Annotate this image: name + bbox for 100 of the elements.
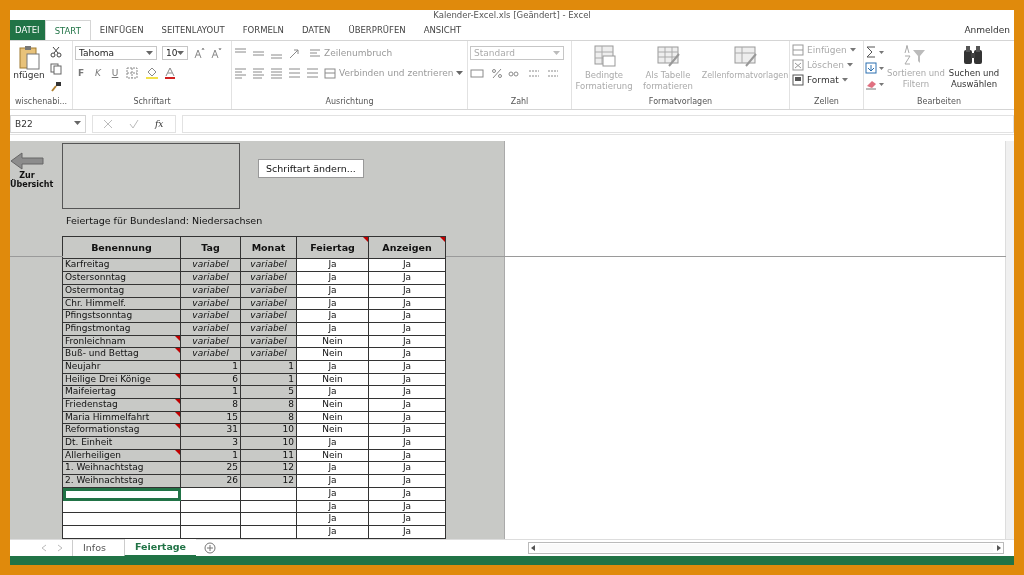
table-cell[interactable]: variabel — [241, 348, 297, 361]
table-cell[interactable]: Ja — [297, 272, 369, 285]
dropdown-arrow-icon[interactable] — [146, 50, 153, 56]
table-cell[interactable]: Ja — [297, 310, 369, 323]
arrow-icon[interactable] — [10, 151, 44, 172]
table-cell[interactable]: Ja — [369, 399, 446, 412]
table-cell[interactable]: Maifeiertag — [63, 386, 181, 400]
dropdown-arrow-icon[interactable] — [841, 78, 848, 82]
table-cell[interactable]: 2. Weihnachtstag — [63, 475, 181, 488]
table-cell[interactable]: Nein — [297, 348, 369, 361]
font-change-button[interactable]: Schriftart ändern... — [258, 159, 364, 179]
table-cell[interactable]: 31 — [181, 424, 241, 438]
table-cell[interactable]: variabel — [181, 310, 241, 323]
table-cell[interactable]: variabel — [181, 259, 241, 273]
table-cell[interactable]: 10 — [241, 437, 297, 450]
bold-button[interactable]: F — [75, 68, 87, 78]
previous-sheet-icon[interactable] — [40, 544, 48, 553]
table-cell[interactable]: 1 — [181, 386, 241, 400]
scroll-left-icon[interactable] — [529, 544, 538, 553]
table-cell[interactable]: Ja — [369, 386, 446, 400]
next-sheet-icon[interactable] — [56, 544, 64, 553]
table-cell[interactable]: Ja — [369, 437, 446, 450]
table-cell[interactable]: Ja — [297, 513, 369, 526]
align-right-icon[interactable] — [270, 67, 283, 79]
paste-button[interactable]: nfügen — [12, 44, 46, 92]
horizontal-scrollbar[interactable] — [528, 542, 1005, 555]
table-cell[interactable]: 12 — [241, 475, 297, 488]
add-sheet-icon[interactable] — [204, 542, 217, 555]
ribbon-tab[interactable]: DATEN — [292, 20, 340, 40]
ribbon-tab[interactable]: SEITENLAYOUT — [152, 20, 234, 40]
table-cell[interactable] — [241, 513, 297, 526]
formula-input[interactable] — [182, 114, 1014, 133]
percent-icon[interactable] — [491, 67, 503, 79]
copy-icon[interactable] — [50, 63, 62, 75]
table-cell[interactable]: 5 — [241, 386, 297, 400]
table-cell[interactable]: variabel — [181, 348, 241, 361]
scissors-icon[interactable] — [50, 46, 62, 58]
table-cell[interactable]: Ostersonntag — [63, 272, 181, 285]
table-cell[interactable]: 1. Weihnachtstag — [63, 462, 181, 476]
table-cell[interactable]: 8 — [181, 399, 241, 412]
font-size-field[interactable]: 10 — [162, 46, 188, 60]
table-cell[interactable]: 3 — [181, 437, 241, 450]
grow-font-icon[interactable] — [193, 47, 205, 59]
ribbon-button[interactable]: Suchen und Auswählen — [947, 44, 1001, 97]
table-cell[interactable]: Ja — [369, 424, 446, 438]
ribbon-tab[interactable]: ANSICHT — [414, 20, 471, 40]
sheet-tab[interactable]: Feiertage — [123, 539, 197, 558]
table-cell[interactable]: Ja — [369, 310, 446, 323]
enter-icon[interactable] — [129, 118, 139, 129]
increase-decimal-icon[interactable] — [527, 67, 541, 79]
table-cell[interactable]: Buß- und Bettag — [63, 348, 181, 361]
cancel-icon[interactable] — [103, 118, 113, 129]
table-cell[interactable]: variabel — [181, 272, 241, 285]
table-cell[interactable]: variabel — [241, 259, 297, 273]
table-cell[interactable]: variabel — [241, 310, 297, 323]
table-cell[interactable]: 10 — [241, 424, 297, 438]
table-cell[interactable] — [63, 513, 181, 526]
ribbon-tab[interactable]: EINFÜGEN — [90, 20, 153, 40]
italic-button[interactable]: K — [92, 68, 104, 78]
table-cell[interactable]: Friedenstag — [63, 399, 181, 412]
underline-button[interactable]: U — [109, 68, 121, 78]
name-box[interactable]: B22 — [10, 114, 86, 133]
table-cell[interactable]: Karfreitag — [63, 259, 181, 273]
table-cell[interactable]: Ja — [297, 259, 369, 273]
table-cell[interactable]: Ja — [369, 348, 446, 361]
align-left-icon[interactable] — [234, 67, 247, 79]
table-cell[interactable]: 12 — [241, 462, 297, 476]
vertical-scrollbar[interactable] — [1005, 141, 1014, 540]
ribbon-tab[interactable]: ÜBERPRÜFEN — [339, 20, 415, 40]
sum-icon[interactable] — [865, 46, 885, 58]
clipboard-icon[interactable] — [18, 44, 40, 70]
decrease-indent-icon[interactable] — [288, 67, 301, 79]
font-color-icon[interactable] — [164, 67, 176, 79]
table-cell[interactable]: Ja — [369, 513, 446, 526]
decrease-decimal-icon[interactable] — [546, 67, 560, 79]
table-cell[interactable]: Ja — [369, 475, 446, 488]
table-cell[interactable]: 26 — [181, 475, 241, 488]
brush-icon[interactable] — [50, 80, 62, 92]
table-cell[interactable]: Ja — [369, 259, 446, 273]
ribbon-button[interactable]: Format — [792, 74, 861, 86]
dropdown-arrow-icon[interactable] — [74, 121, 81, 127]
back-button[interactable]: Zur Übersicht — [10, 143, 62, 190]
table-cell[interactable]: Ja — [297, 437, 369, 450]
table-cell[interactable]: Nein — [297, 399, 369, 412]
table-cell[interactable]: Ja — [297, 475, 369, 488]
sign-in-link[interactable]: Anmelden — [964, 25, 1014, 35]
table-cell[interactable]: Dt. Einheit — [63, 437, 181, 450]
ribbon-tab[interactable]: START — [44, 20, 91, 40]
ribbon-tab[interactable]: FORMELN — [233, 20, 293, 40]
file-tab[interactable]: DATEI — [10, 20, 45, 40]
table-cell[interactable]: 25 — [181, 462, 241, 476]
table-cell[interactable]: Pfingstsonntag — [63, 310, 181, 323]
fill-color-icon[interactable] — [145, 67, 159, 79]
increase-indent-icon[interactable] — [306, 67, 319, 79]
table-cell[interactable]: 8 — [241, 399, 297, 412]
shrink-font-icon[interactable] — [210, 47, 222, 59]
fill-down-icon[interactable] — [865, 62, 885, 74]
table-cell[interactable]: variabel — [241, 272, 297, 285]
table-cell[interactable] — [181, 513, 241, 526]
currency-icon[interactable] — [470, 67, 486, 79]
